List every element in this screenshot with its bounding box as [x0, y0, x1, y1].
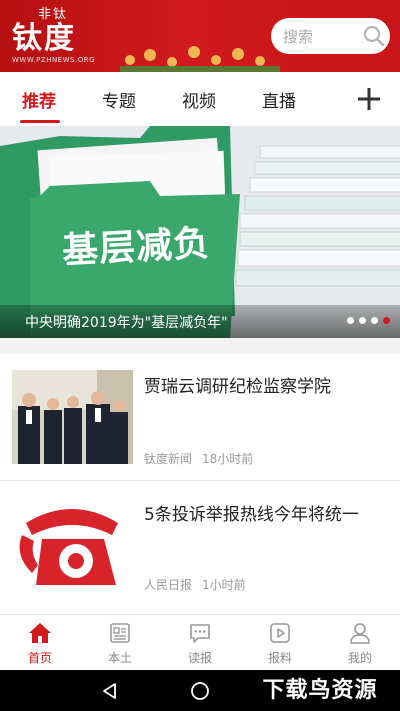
carousel-dot-active[interactable] [383, 317, 390, 324]
nav-read-paper[interactable]: 读报 [160, 615, 240, 671]
banner-caption-bar[interactable]: 中央明确2019年为"基层减负年" [0, 305, 400, 338]
active-tab-indicator [20, 120, 60, 123]
category-tabs: 推荐 专题 视频 直播 [0, 72, 400, 126]
news-item[interactable]: 贾瑞云调研纪检监察学院 钛度新闻 18小时前 [0, 354, 400, 480]
news-source: 人民日报 [144, 578, 193, 592]
nav-label: 我的 [347, 651, 372, 665]
play-icon [270, 623, 290, 643]
tab-recommend[interactable]: 推荐 [22, 87, 56, 112]
tab-live[interactable]: 直播 [262, 87, 296, 112]
nav-label: 读报 [187, 651, 212, 665]
carousel-dot[interactable] [359, 317, 366, 324]
watermark: 下载鸟资源 [240, 670, 400, 711]
banner-image-text: 基层减负 [61, 223, 212, 272]
nav-mine[interactable]: 我的 [320, 615, 400, 671]
bottom-navigation: 首页 本土 读报 报料 我的 [0, 614, 400, 670]
home-icon [29, 623, 51, 643]
tab-topics[interactable]: 专题 [102, 87, 136, 112]
nav-home[interactable]: 首页 [0, 615, 80, 671]
app-header: 非钛 钛度 WWW.PZHNEWS.ORG 搜索 [0, 0, 400, 72]
person-icon [350, 623, 370, 644]
flower-decoration [120, 46, 280, 72]
banner-caption: 中央明确2019年为"基层减负年" [25, 315, 228, 331]
logo-url-text: WWW.PZHNEWS.ORG [12, 56, 96, 64]
nav-report[interactable]: 报料 [240, 615, 320, 671]
news-meta: 钛度新闻 18小时前 [144, 450, 253, 467]
news-thumbnail [12, 370, 133, 464]
news-meta: 人民日报 1小时前 [144, 576, 246, 593]
carousel-dot[interactable] [347, 317, 354, 324]
logo-small-text: 非钛 [38, 7, 69, 22]
home-button-icon[interactable] [190, 681, 210, 701]
nav-local[interactable]: 本土 [80, 615, 160, 671]
nav-label: 本土 [107, 651, 132, 665]
search-placeholder: 搜索 [283, 27, 314, 46]
news-item[interactable]: 5条投诉举报热线今年将统一 人民日报 1小时前 [0, 481, 400, 614]
carousel-dots [347, 317, 390, 324]
back-icon[interactable] [100, 681, 120, 701]
nav-label: 报料 [267, 651, 292, 665]
chat-bubble-icon [190, 624, 210, 643]
search-input[interactable]: 搜索 [271, 18, 390, 54]
news-source: 钛度新闻 [144, 452, 193, 466]
app-logo[interactable]: 非钛 钛度 WWW.PZHNEWS.ORG [12, 8, 95, 65]
news-time: 1小时前 [202, 578, 246, 592]
search-icon[interactable] [358, 20, 390, 52]
tab-video[interactable]: 视频 [182, 87, 216, 112]
logo-big-text: 钛度 [12, 21, 76, 56]
news-time: 18小时前 [202, 452, 254, 466]
add-channel-icon[interactable] [356, 86, 382, 112]
carousel-dot[interactable] [371, 317, 378, 324]
news-title[interactable]: 贾瑞云调研纪检监察学院 [144, 372, 331, 397]
nav-label: 首页 [27, 651, 52, 665]
news-title[interactable]: 5条投诉举报热线今年将统一 [144, 500, 359, 525]
section-gap [0, 338, 400, 354]
paper-stack [235, 145, 400, 287]
news-thumbnail [12, 495, 133, 589]
newspaper-icon [110, 623, 130, 643]
meeting-photo-icon [12, 370, 133, 464]
red-telephone-icon [12, 495, 133, 589]
